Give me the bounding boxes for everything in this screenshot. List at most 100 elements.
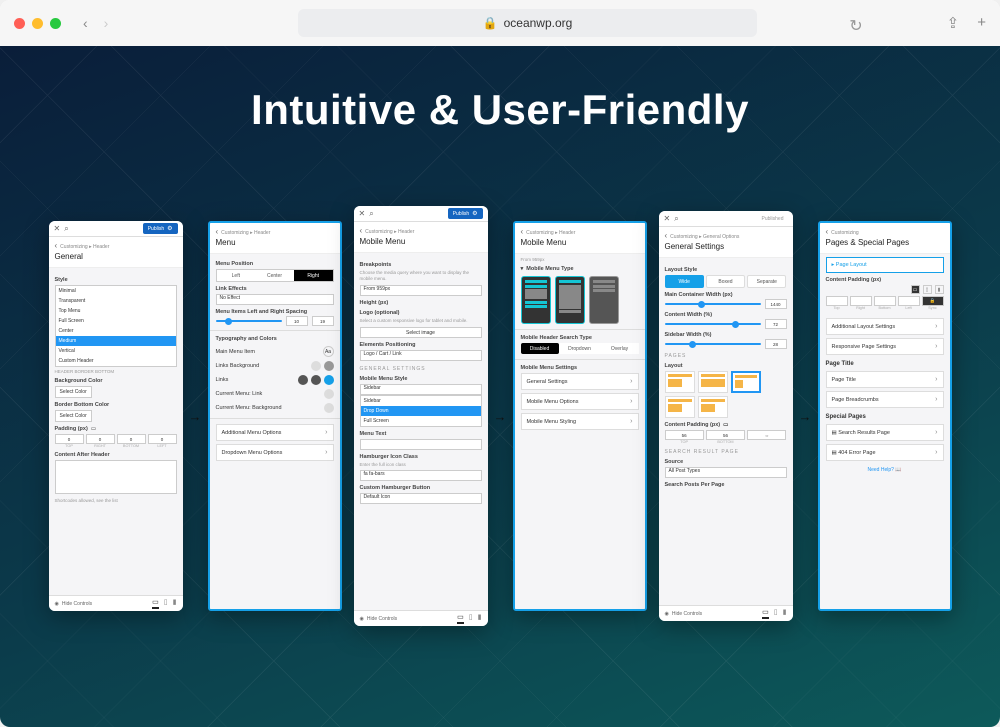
minimize-icon[interactable]	[32, 18, 43, 29]
mm-style-dropdown[interactable]: Sidebar Drop Down Full Screen	[360, 395, 482, 427]
mobile-icon[interactable]: ▮	[478, 613, 482, 624]
back-icon[interactable]: ‹	[55, 241, 58, 250]
reload-icon[interactable]: ↻	[849, 16, 862, 36]
page-title-row[interactable]: Page Title›	[826, 371, 944, 388]
desktop-icon[interactable]: ▭	[91, 426, 96, 432]
page-layout-row[interactable]: ▸ Page Layout	[826, 257, 944, 273]
close-icon[interactable]: ✕	[54, 224, 61, 233]
panel-group-1: ✕ ⌕ Publish⚙ ‹Customizing ▸ Header Gener…	[49, 206, 342, 626]
new-tab-icon[interactable]: +	[977, 14, 986, 32]
mm-type-options[interactable]	[521, 276, 639, 324]
elements-pos-select[interactable]: Logo / Cart / Link	[360, 350, 482, 361]
gear-icon[interactable]: ⚙	[472, 210, 477, 217]
back-icon[interactable]: ‹	[216, 227, 219, 236]
back-icon[interactable]: ‹	[360, 226, 363, 235]
panel-pages-special: ‹Customizing Pages & Special Pages ▸ Pag…	[818, 221, 952, 611]
mobile-icon[interactable]: ▮	[935, 285, 944, 294]
eye-icon: ◉	[360, 616, 364, 622]
resp-settings-row[interactable]: Responsive Page Settings›	[826, 338, 944, 355]
bg-color-label: Background Color	[55, 378, 177, 384]
style-dropdown[interactable]: Minimal Transparent Top Menu Full Screen…	[55, 285, 177, 367]
tablet-icon[interactable]: ▯	[164, 598, 168, 609]
source-select[interactable]: All Post Types	[665, 467, 787, 478]
additional-menu-button[interactable]: Additional Menu Options›	[216, 424, 334, 441]
search-icon[interactable]: ⌕	[674, 214, 678, 224]
close-icon[interactable]: ✕	[664, 214, 671, 223]
gear-icon[interactable]: ⚙	[167, 225, 172, 232]
layout-style-segment[interactable]: WideBoxedSeparate	[665, 275, 787, 288]
border-color-button[interactable]: Select Color	[55, 410, 92, 422]
cp-inputs[interactable]: 🔒	[826, 296, 944, 306]
close-icon[interactable]	[14, 18, 25, 29]
layout-label: Layout	[665, 363, 787, 369]
search-icon[interactable]: ⌕	[64, 224, 68, 234]
error-page-row[interactable]: ▤ 404 Error Page›	[826, 444, 944, 461]
menu-text-input[interactable]	[360, 439, 482, 450]
link-effects-label: Link Effects	[216, 286, 334, 292]
after-header-label: Content After Header	[55, 452, 177, 458]
need-help-link[interactable]: Need Help? 📖	[826, 467, 944, 473]
back-icon[interactable]: ‹	[83, 15, 88, 31]
cp-inputs[interactable]: 5656⇔	[665, 430, 787, 440]
breadcrumb: Customizing	[831, 230, 859, 236]
tablet-icon[interactable]: ▯	[774, 608, 778, 619]
hide-controls-button[interactable]: ◉Hide Controls	[360, 616, 398, 622]
publish-button[interactable]: Publish⚙	[143, 223, 178, 234]
forward-icon[interactable]: ›	[104, 15, 109, 31]
search-type-segment[interactable]: Disabled Dropdown Overlay	[521, 343, 639, 354]
after-header-textarea[interactable]	[55, 460, 177, 494]
mm-styling-row[interactable]: Mobile Menu Styling›	[521, 413, 639, 430]
desktop-icon[interactable]: ▭	[152, 598, 159, 609]
add-layout-row[interactable]: Additional Layout Settings›	[826, 318, 944, 335]
bg-color-button[interactable]: Select Color	[55, 386, 92, 398]
desktop-icon[interactable]: ▭	[911, 285, 920, 294]
search-icon[interactable]: ⌕	[369, 209, 373, 219]
tablet-icon[interactable]: ▯	[469, 613, 473, 624]
mm-options-row[interactable]: Mobile Menu Options›	[521, 393, 639, 410]
address-bar[interactable]: 🔒 oceanwp.org	[298, 9, 756, 37]
search-results-row[interactable]: ▤ Search Results Page›	[826, 424, 944, 441]
layout-options[interactable]	[665, 371, 787, 418]
mm-style-select[interactable]: Sidebar	[360, 384, 482, 395]
menu-position-segment[interactable]: LeftCenterRight	[216, 269, 334, 282]
padding-inputs[interactable]: 0000	[55, 434, 177, 444]
hamburger-input[interactable]: fa fa-bars	[360, 470, 482, 481]
hide-controls-button[interactable]: ◉Hide Controls	[55, 601, 93, 607]
general-settings-row[interactable]: General Settings›	[521, 373, 639, 390]
breadcrumb: Customizing ▸ Header	[365, 229, 414, 235]
logo-sub: Select a custom responsive logo for tabl…	[360, 318, 482, 324]
menu-position-label: Menu Position	[216, 261, 334, 267]
panel-title: Pages & Special Pages	[826, 238, 944, 247]
desktop-icon[interactable]: ▭	[457, 613, 464, 624]
publish-button[interactable]: Publish⚙	[448, 208, 483, 219]
breadcrumb: Customizing ▸ Header	[60, 244, 109, 250]
custom-btn-select[interactable]: Default Icon	[360, 493, 482, 504]
hide-controls-button[interactable]: ◉Hide Controls	[665, 611, 703, 617]
back-icon[interactable]: ‹	[826, 227, 829, 236]
panel-mobile-menu-type: ‹Customizing ▸ Header Mobile Menu From 9…	[513, 221, 647, 611]
panel-group-3: ✕ ⌕ Published ‹Customizing ▸ General Opt…	[659, 206, 952, 626]
mobile-icon[interactable]: ▮	[173, 598, 177, 609]
source-label: Source	[665, 459, 787, 465]
spacing-label: Menu Items Left and Right Spacing	[216, 309, 334, 315]
hamburger-sub: Enter the full icon class	[360, 462, 482, 468]
desktop-icon[interactable]: ▭	[723, 422, 728, 428]
dropdown-menu-button[interactable]: Dropdown Menu Options›	[216, 444, 334, 461]
back-icon[interactable]: ‹	[521, 227, 524, 236]
url-text: oceanwp.org	[504, 16, 573, 30]
breakpoints-select[interactable]: From 959px	[360, 285, 482, 296]
link-effects-select[interactable]: No Effect	[216, 294, 334, 305]
maximize-icon[interactable]	[50, 18, 61, 29]
share-icon[interactable]: ⇪	[947, 14, 960, 32]
mobile-icon[interactable]: ▮	[783, 608, 787, 619]
tablet-icon[interactable]: ▯	[923, 285, 932, 294]
chevron-down-icon[interactable]: ▾	[521, 266, 524, 272]
close-icon[interactable]: ✕	[359, 209, 366, 218]
select-image-button[interactable]: Select image	[360, 327, 482, 338]
breadcrumbs-row[interactable]: Page Breadcrumbs›	[826, 391, 944, 408]
desktop-icon[interactable]: ▭	[762, 608, 769, 619]
back-icon[interactable]: ‹	[665, 231, 668, 240]
font-icon[interactable]: Aa	[323, 346, 334, 357]
header-border-label: HEADER BORDER BOTTOM	[55, 369, 177, 374]
chevron-right-icon: ›	[325, 449, 327, 456]
